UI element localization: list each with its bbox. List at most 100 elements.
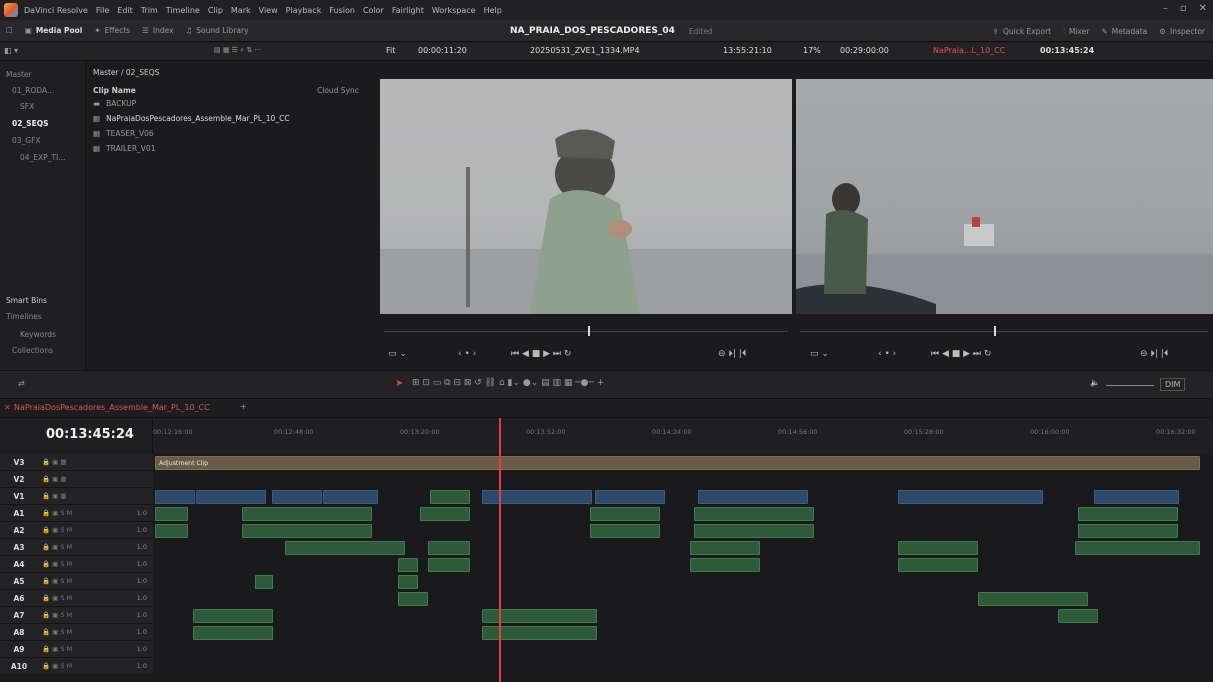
menu-trim[interactable]: Trim [141,6,158,15]
record-transport-icons[interactable]: ⏮ ◀ ■ ▶ ⏭ ↻ [931,349,991,359]
audio-clip[interactable] [428,558,470,572]
video-clip[interactable] [430,490,470,504]
track-header-v3[interactable]: V3 🔒 ▣ ▦ [0,454,153,471]
source-jog-icon[interactable]: ‹ • › [458,349,476,359]
track-header-a5[interactable]: A5 🔒 ▣ S M 1.0 [0,573,153,590]
bin-sfx[interactable]: SFX [20,102,34,111]
track-controls-icons[interactable]: 🔒 ▣ S M [42,526,72,534]
audio-clip[interactable] [690,558,760,572]
source-viewer[interactable] [380,79,792,314]
index-button[interactable]: ☰ Index [136,20,179,42]
adjustment-clip[interactable]: Adjustment Clip [155,456,1200,470]
bin-03-gfx[interactable]: 03_GFX [12,136,41,145]
smart-bin-collections[interactable]: Collections [12,346,53,355]
audio-clip[interactable] [398,575,418,589]
video-clip[interactable] [898,490,1043,504]
audio-clip[interactable] [590,507,660,521]
audio-clip[interactable] [398,592,428,606]
record-mark-icons[interactable]: ⊖ ⏵| |⏴ [1140,349,1168,359]
menu-view[interactable]: View [259,6,278,15]
media-pool-button[interactable]: ▣ Media Pool [19,20,89,42]
menu-edit[interactable]: Edit [117,6,133,15]
add-timeline-tab-icon[interactable]: + [240,402,247,411]
video-clip[interactable] [196,490,266,504]
effects-button[interactable]: ✦ Effects [88,20,136,42]
track-header-a6[interactable]: A6 🔒 ▣ S M 1.0 [0,590,153,607]
col-clip-name[interactable]: Clip Name [93,86,136,95]
track-header-a8[interactable]: A8 🔒 ▣ S M 1.0 [0,624,153,641]
audio-clip[interactable] [1075,541,1200,555]
maximize-icon[interactable]: ▫ [1180,3,1187,14]
audio-clip[interactable] [1058,609,1098,623]
close-icon[interactable]: ✕ [1199,3,1207,14]
record-scrub-handle[interactable] [994,326,996,336]
audio-clip[interactable] [193,626,273,640]
audio-clip[interactable] [420,507,470,521]
audio-clip[interactable] [242,524,372,538]
audio-clip[interactable] [694,524,814,538]
audio-clip[interactable] [1078,507,1178,521]
close-tab-icon[interactable]: ✕ [4,403,11,412]
track-header-a1[interactable]: A1 🔒 ▣ S M 1.0 [0,505,153,522]
audio-clip[interactable] [428,541,470,555]
source-clip-name[interactable]: 20250531_ZVE1_1334.MP4 [530,46,640,55]
audio-clip[interactable] [398,558,418,572]
source-view-options-icon[interactable]: ▭ ⌄ [388,349,407,359]
video-clip[interactable] [595,490,665,504]
menu-fairlight[interactable]: Fairlight [392,6,424,15]
video-clip[interactable] [323,490,378,504]
record-scrubber[interactable] [800,331,1208,332]
track-header-a10[interactable]: A10 🔒 ▣ S M 1.0 [0,658,153,675]
playhead[interactable] [499,418,501,682]
track-controls-icons[interactable]: 🔒 ▣ S M [42,662,72,670]
audio-clip[interactable] [285,541,405,555]
menu-color[interactable]: Color [363,6,384,15]
bin-master[interactable]: Master [6,70,32,79]
track-header-a9[interactable]: A9 🔒 ▣ S M 1.0 [0,641,153,658]
source-transport-icons[interactable]: ⏮ ◀ ■ ▶ ⏭ ↻ [511,349,571,359]
video-clip[interactable] [155,490,195,504]
bin-01-roda[interactable]: 01_RODA... [12,86,54,95]
track-header-a2[interactable]: A2 🔒 ▣ S M 1.0 [0,522,153,539]
track-header-v1[interactable]: V1 🔒 ▣ ▦ [0,488,153,505]
menu-playback[interactable]: Playback [286,6,322,15]
dim-button[interactable]: DIM [1160,378,1186,391]
track-controls-icons[interactable]: 🔒 ▣ ▦ [42,475,67,483]
record-jog-icon[interactable]: ‹ • › [878,349,896,359]
track-controls-icons[interactable]: 🔒 ▣ S M [42,577,72,585]
audio-clip[interactable] [898,541,978,555]
clip-row-backup[interactable]: ▬ BACKUP [93,99,136,108]
track-controls-icons[interactable]: 🔒 ▣ S M [42,594,72,602]
volume-icon[interactable]: 🔈 [1090,378,1100,387]
track-header-a7[interactable]: A7 🔒 ▣ S M 1.0 [0,607,153,624]
track-controls-icons[interactable]: 🔒 ▣ S M [42,543,72,551]
video-clip[interactable] [272,490,322,504]
zoom-level[interactable]: 17% [803,46,821,55]
track-controls-icons[interactable]: 🔒 ▣ ▦ [42,458,67,466]
video-clip[interactable] [698,490,808,504]
bin-04-exp[interactable]: 04_EXP_TI... [20,153,65,162]
audio-clip[interactable] [193,609,273,623]
audio-clip[interactable] [898,558,978,572]
menu-fusion[interactable]: Fusion [329,6,355,15]
bin-02-seqs[interactable]: 02_SEQS [12,119,49,128]
record-view-options-icon[interactable]: ▭ ⌄ [810,349,829,359]
quick-export-button[interactable]: ⇪ Quick Export [987,20,1057,42]
source-scrub-handle[interactable] [588,326,590,336]
track-controls-icons[interactable]: 🔒 ▣ ▦ [42,492,67,500]
clip-row-assemble[interactable]: ▦ NaPraiaDosPescadores_Assemble_Mar_PL_10… [93,114,290,123]
minimize-icon[interactable]: – [1163,3,1168,14]
menu-timeline[interactable]: Timeline [166,6,200,15]
menu-mark[interactable]: Mark [231,6,251,15]
timeline-ruler[interactable]: 00:12:16:00 00:12:48:00 00:13:20:00 00:1… [153,418,1213,454]
metadata-button[interactable]: ✎ Metadata [1095,20,1153,42]
track-controls-icons[interactable]: 🔒 ▣ S M [42,628,72,636]
menu-file[interactable]: File [96,6,109,15]
audio-clip[interactable] [690,541,760,555]
video-clip[interactable] [1094,490,1179,504]
audio-clip[interactable] [978,592,1088,606]
audio-clip[interactable] [694,507,814,521]
source-scrubber[interactable] [384,331,788,332]
track-controls-icons[interactable]: 🔒 ▣ S M [42,645,72,653]
audio-clip[interactable] [155,507,188,521]
